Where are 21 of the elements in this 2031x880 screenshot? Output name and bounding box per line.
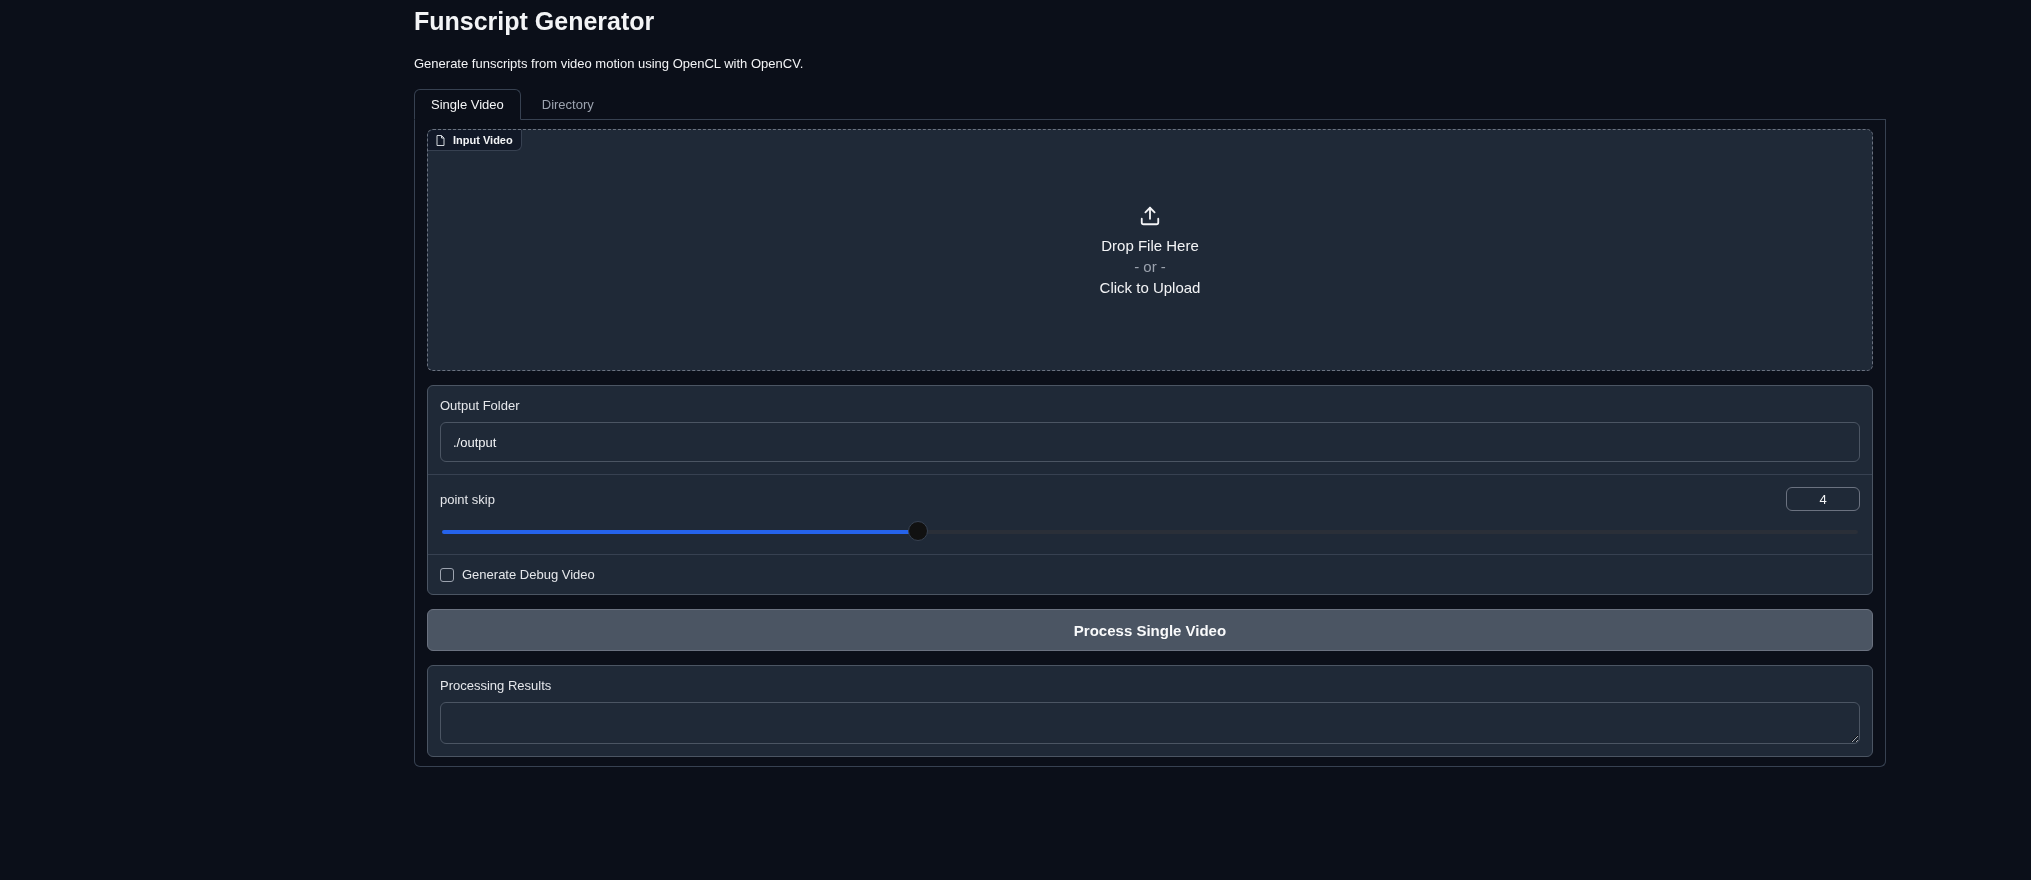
slider-label: point skip [440,491,495,507]
tab[interactable]: Single Video [414,89,521,120]
page-description: Generate funscripts from video motion using OpenCL with OpenCV. [414,56,805,71]
drop-file-text: Drop File Here [1101,236,1199,254]
upload-icon [1139,204,1161,227]
file-drop-zone[interactable]: Input Video Drop File Here - or - Click to Upload [427,129,1873,371]
file-icon [436,134,445,146]
field-label: Processing Results [440,678,553,693]
or-text: - or - [1134,257,1166,275]
checkbox[interactable] [440,567,454,582]
upload-label: Input Video [453,134,513,146]
process-button[interactable]: Process Single Video [427,609,1873,651]
page-title: Funscript Generator [414,6,656,36]
slider-thumb[interactable] [907,521,928,541]
field-label: Output Folder [440,398,521,413]
click-to-upload-text: Click to Upload [1099,278,1201,296]
tab[interactable]: Directory [524,89,611,120]
checkbox-label: Generate Debug Video [462,567,595,582]
results-field[interactable] [440,702,1860,744]
output-folder-field[interactable]: ./output [440,422,1860,462]
number-field[interactable]: 4 [1786,487,1860,511]
